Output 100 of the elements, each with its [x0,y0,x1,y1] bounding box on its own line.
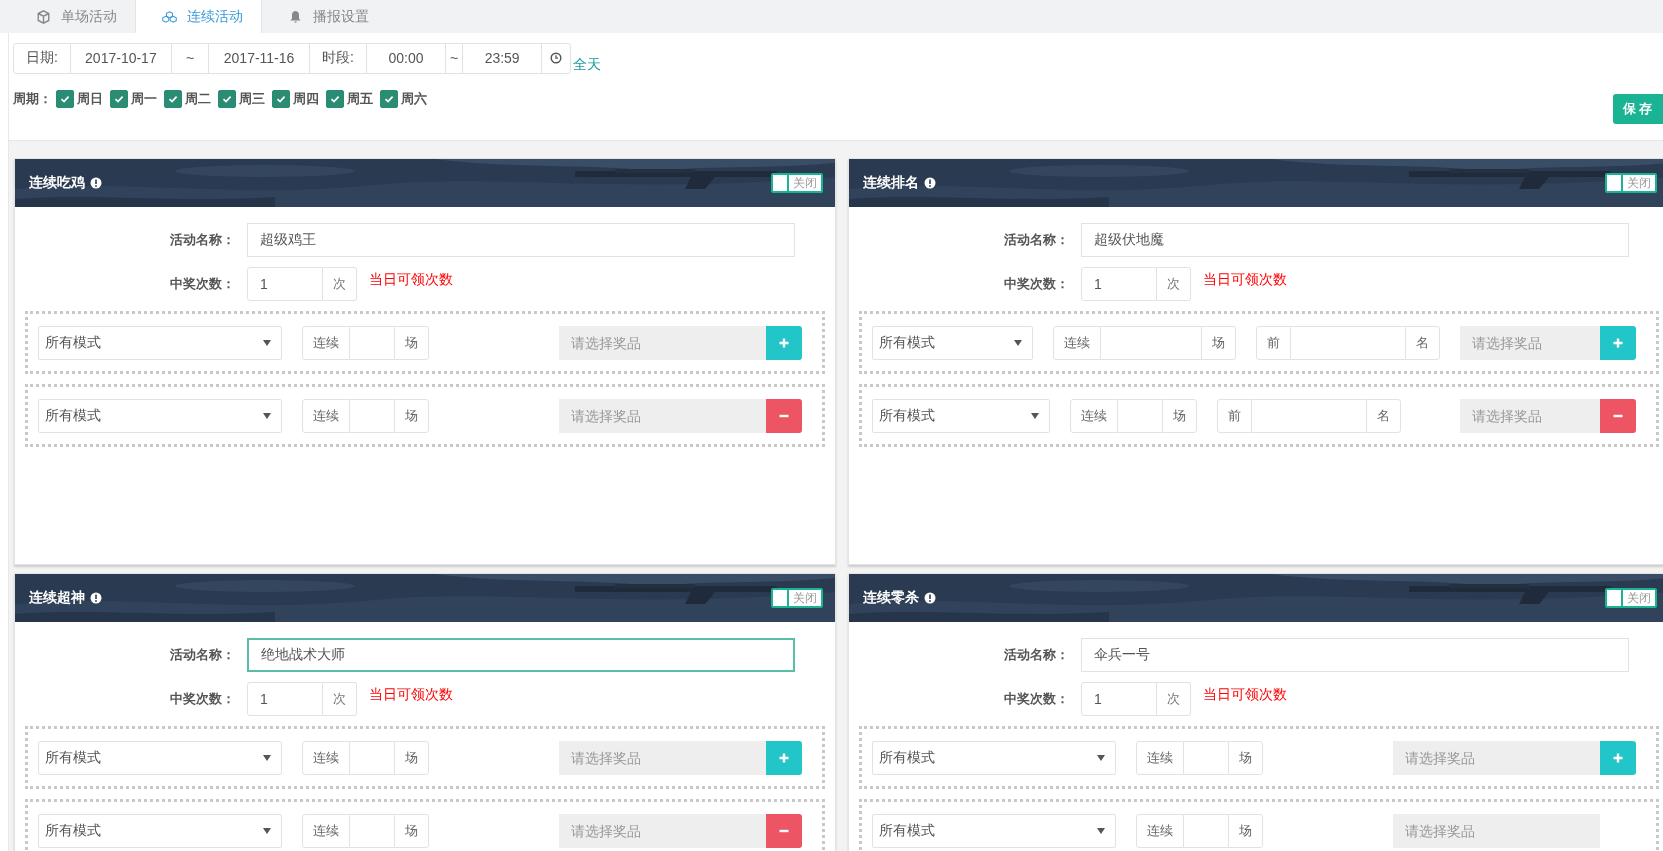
day-label: 周六 [401,90,427,108]
name-field[interactable]: 超级伏地魔 [1081,223,1629,257]
input-suffix: 场 [394,813,429,848]
caret-icon [1097,827,1105,834]
input-suffix: 场 [1162,398,1197,433]
time-label: 时段: [310,43,367,73]
prize-field[interactable]: 请选择奖品 [559,740,766,775]
checkbox[interactable] [380,90,398,108]
cube-icon [36,9,51,24]
prize-field[interactable]: 请选择奖品 [1393,740,1600,775]
checkbox[interactable] [272,90,290,108]
input-prefix: 连续 [1070,398,1118,433]
remove-button[interactable] [1600,398,1636,433]
input-prefix: 连续 [1136,813,1184,848]
input-prefix: 连续 [302,813,350,848]
checkbox[interactable] [164,90,182,108]
remove-button[interactable] [766,398,802,433]
streak-field[interactable] [350,398,394,433]
count-field[interactable]: 1 [1081,682,1157,716]
add-button[interactable] [766,740,802,775]
count-field[interactable]: 1 [247,682,323,716]
panel-title: 连续排名 [863,174,919,192]
streak-field[interactable] [350,740,394,775]
mode-select[interactable]: 所有模式 [38,325,282,360]
checkbox[interactable] [56,90,74,108]
caret-icon [263,412,271,419]
day-label: 周日 [77,90,103,108]
prize-field[interactable]: 请选择奖品 [559,398,766,433]
mode-select[interactable]: 所有模式 [38,740,282,775]
day-label: 周二 [185,90,211,108]
rank-field[interactable] [1252,398,1366,433]
clock-icon [550,52,563,64]
unit-label: 次 [323,682,357,716]
count-field[interactable]: 1 [247,267,323,301]
rank-field[interactable] [1291,325,1405,360]
name-field[interactable]: 超级鸡王 [247,223,795,257]
field-label: 活动名称： [1003,231,1069,249]
name-field[interactable]: 绝地战术大师 [247,638,795,672]
add-button[interactable] [1600,325,1636,360]
name-field[interactable]: 伞兵一号 [1081,638,1629,672]
field-label: 活动名称： [169,646,235,664]
plus-icon [778,336,790,349]
streak-field[interactable] [1101,325,1201,360]
hint-text: 当日可领次数 [1203,686,1287,704]
week-label: 周期： [13,90,52,108]
caret-icon [263,827,271,834]
add-button[interactable] [1600,740,1636,775]
panel-title: 连续零杀 [863,589,919,607]
day-label: 周五 [347,90,373,108]
prize-field[interactable]: 请选择奖品 [1460,325,1600,360]
field-label: 中奖次数： [169,275,235,293]
streak-field[interactable] [1184,740,1228,775]
input-suffix: 场 [1201,325,1236,360]
input-suffix: 场 [394,398,429,433]
caret-icon [1014,339,1022,346]
panel-title: 连续超神 [29,589,85,607]
prize-field[interactable]: 请选择奖品 [1393,813,1600,848]
mode-select[interactable]: 所有模式 [38,398,282,433]
streak-field[interactable] [1118,398,1162,433]
field-label: 活动名称： [1003,646,1069,664]
hint-text: 当日可领次数 [369,271,453,289]
streak-field[interactable] [350,813,394,848]
all-day-link[interactable]: 全天 [573,56,602,74]
input-suffix: 名 [1366,398,1401,433]
checkbox[interactable] [110,90,128,108]
checkbox[interactable] [326,90,344,108]
add-button[interactable] [766,325,802,360]
remove-button[interactable] [766,813,802,848]
prize-field[interactable]: 请选择奖品 [559,813,766,848]
input-suffix: 场 [1228,740,1263,775]
plus-icon [1612,336,1624,349]
field-label: 中奖次数： [169,690,235,708]
cubes-icon [162,9,177,24]
mode-select[interactable]: 所有模式 [872,325,1033,360]
checkbox[interactable] [218,90,236,108]
field-label: 中奖次数： [1003,275,1069,293]
input-prefix: 连续 [302,740,350,775]
hint-text: 当日可领次数 [369,686,453,704]
caret-icon [263,339,271,346]
streak-field[interactable] [350,325,394,360]
streak-field[interactable] [1184,813,1228,848]
mode-select[interactable]: 所有模式 [872,398,1050,433]
info-icon [90,177,102,189]
input-prefix: 连续 [302,398,350,433]
prize-field[interactable]: 请选择奖品 [559,325,766,360]
info-icon [924,592,936,604]
prize-field[interactable]: 请选择奖品 [1460,398,1600,433]
info-icon [924,177,936,189]
input-suffix: 场 [1228,813,1263,848]
mode-select[interactable]: 所有模式 [872,740,1116,775]
input-suffix: 场 [394,325,429,360]
unit-label: 次 [323,267,357,301]
mode-select[interactable]: 所有模式 [38,813,282,848]
mode-select[interactable]: 所有模式 [872,813,1116,848]
caret-icon [263,754,271,761]
day-label: 周四 [293,90,319,108]
plus-icon [1612,751,1624,764]
day-label: 周三 [239,90,265,108]
count-field[interactable]: 1 [1081,267,1157,301]
unit-label: 次 [1157,267,1191,301]
